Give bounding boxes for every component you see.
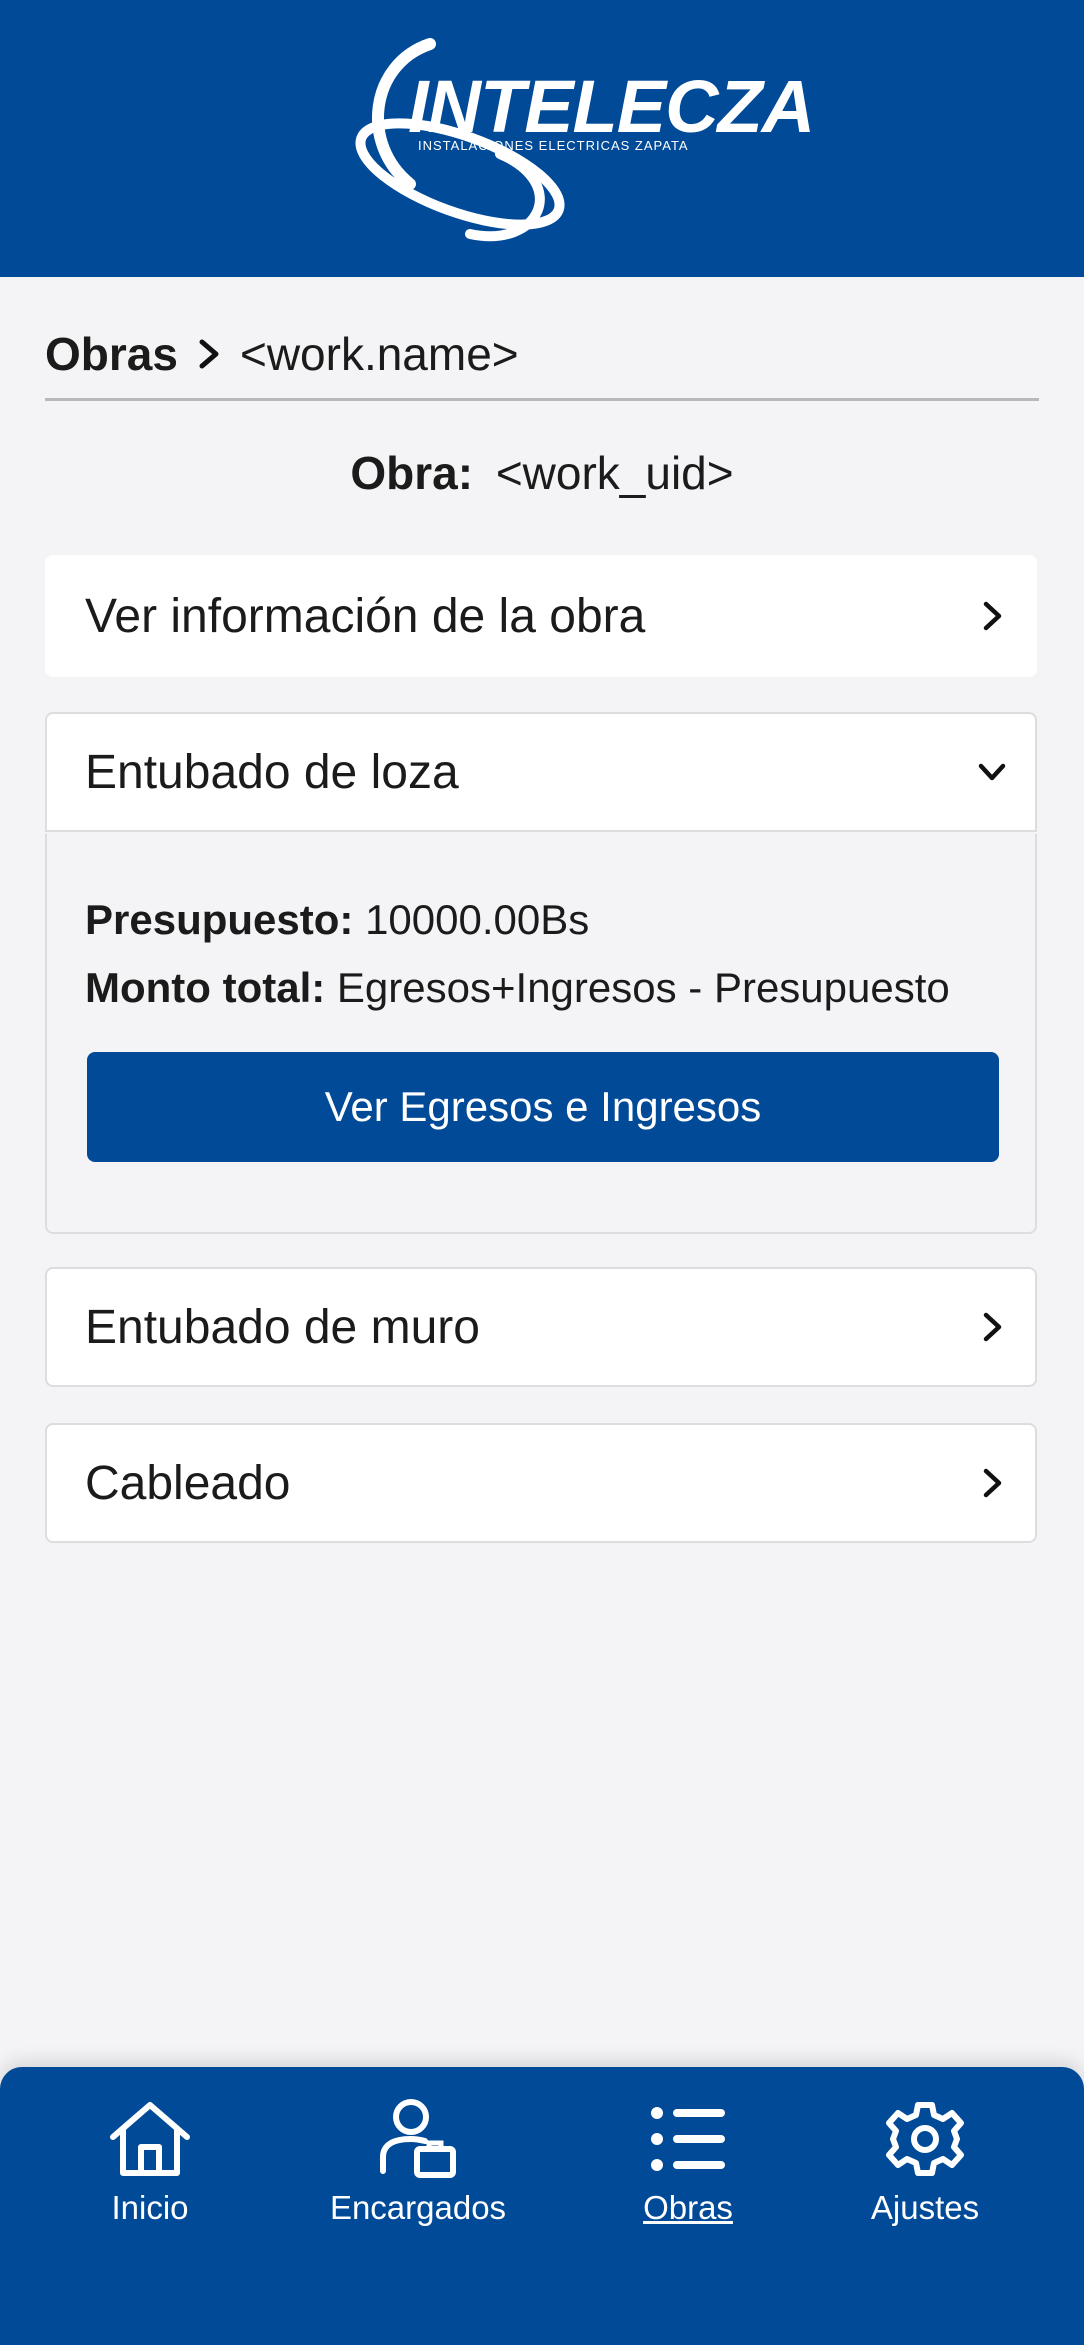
chevron-right-icon: [983, 1312, 1002, 1342]
nav-label-encargados: Encargados: [329, 2189, 507, 2226]
total-label: Monto total:: [85, 964, 326, 1011]
nav-label-ajustes: Ajustes: [870, 2189, 980, 2226]
accordion-entubado-loza[interactable]: Entubado de loza: [45, 712, 1037, 832]
breadcrumb-obras-link[interactable]: Obras: [45, 327, 178, 381]
breadcrumb-current: <work.name>: [239, 328, 519, 380]
logo-text: INTELECZA: [408, 65, 815, 148]
total-value: Egresos+Ingresos - Presupuesto: [336, 964, 950, 1011]
list-icon: [651, 2107, 725, 2171]
bottom-navigation: Inicio Encargados Obras Ajustes: [0, 2067, 1084, 2345]
view-work-info-label: Ver información de la obra: [85, 589, 646, 643]
breadcrumb: Obras <work.name>: [45, 310, 1039, 401]
budget-label: Presupuesto:: [85, 896, 354, 943]
gear-icon: [886, 2102, 964, 2176]
accordion-muro-label: Entubado de muro: [85, 1300, 480, 1354]
chevron-down-icon: [978, 763, 1006, 781]
home-icon: [110, 2102, 190, 2176]
nav-label-obras: Obras: [643, 2189, 733, 2226]
nav-label-inicio: Inicio: [111, 2189, 189, 2226]
work-title-label: Obra:: [350, 447, 474, 499]
accordion-cableado-label: Cableado: [85, 1456, 291, 1510]
manager-icon: [380, 2099, 456, 2178]
chevron-right-icon: [199, 339, 219, 369]
nav-item-ajustes[interactable]: Ajustes: [815, 2097, 1035, 2227]
nav-item-obras[interactable]: Obras: [578, 2097, 798, 2227]
work-title-value: <work_uid>: [495, 447, 734, 499]
nav-item-encargados[interactable]: Encargados: [308, 2097, 528, 2227]
total-row: Monto total: Egresos+Ingresos - Presupue…: [85, 964, 950, 1012]
budget-value: 10000.00Bs: [365, 896, 590, 943]
accordion-cableado[interactable]: Cableado: [45, 1423, 1037, 1543]
chevron-right-icon: [983, 1468, 1002, 1498]
view-expenses-income-button[interactable]: Ver Egresos e Ingresos: [87, 1052, 999, 1162]
budget-row: Presupuesto: 10000.00Bs: [85, 896, 589, 944]
page-title: Obra: <work_uid>: [0, 446, 1084, 500]
accordion-entubado-muro[interactable]: Entubado de muro: [45, 1267, 1037, 1387]
accordion-loza-label: Entubado de loza: [85, 745, 459, 799]
chevron-right-icon: [983, 601, 1002, 631]
accordion-loza-panel: Presupuesto: 10000.00Bs Monto total: Egr…: [45, 834, 1037, 1234]
app-header: INTELECZA INSTALACIONES ELECTRICAS ZAPAT…: [0, 0, 1084, 277]
logo-subtitle: INSTALACIONES ELECTRICAS ZAPATA: [418, 138, 689, 153]
view-work-info-item[interactable]: Ver información de la obra: [45, 555, 1037, 677]
nav-item-inicio[interactable]: Inicio: [40, 2097, 260, 2227]
